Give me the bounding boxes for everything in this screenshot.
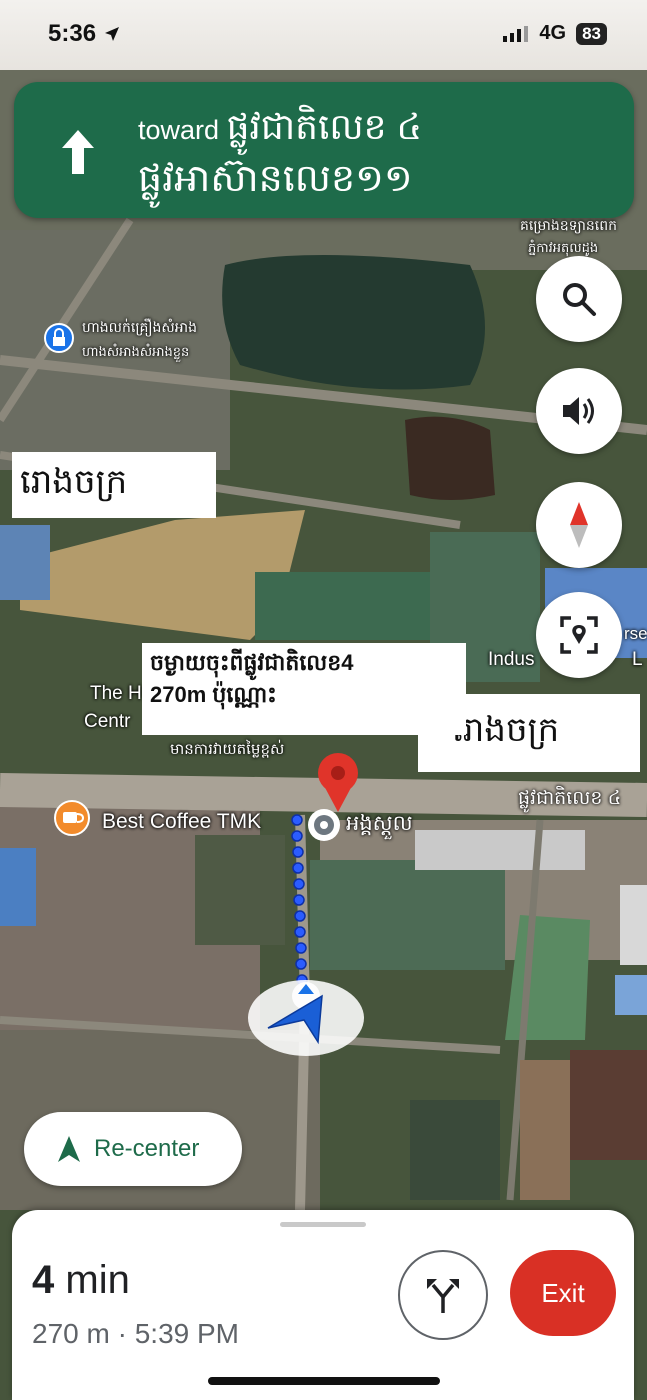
- navigation-banner[interactable]: toward ផ្លូវជាតិលេខ ៤ ផ្លូវអាស៊ានលេខ១១: [14, 82, 634, 218]
- status-time: 5:36: [48, 20, 121, 48]
- trip-separator: ·: [117, 1318, 127, 1349]
- alternate-routes-button[interactable]: [398, 1250, 488, 1340]
- navigation-arrow-icon: [58, 1136, 80, 1162]
- location-arrow-icon: [104, 27, 119, 41]
- recenter-button[interactable]: Re-center: [24, 1112, 242, 1186]
- network-type: 4G: [539, 22, 567, 44]
- map-label-coffee[interactable]: Best Coffee TMK: [102, 810, 261, 834]
- distance-note: ចម្ងាយចុះពីផ្លូវជាតិលេខ4 270m ប៉ុណ្ណោះ: [142, 643, 466, 735]
- battery-indicator: 83: [576, 22, 607, 45]
- status-bar: 5:36 4G 83: [0, 0, 647, 70]
- road-secondary: ផ្លូវអាស៊ានលេខ១១: [138, 158, 413, 200]
- search-button[interactable]: [536, 256, 622, 342]
- arrow-up-icon: [62, 130, 94, 174]
- distance-note-line-1: ចម្ងាយចុះពីផ្លូវជាតិលេខ4: [150, 650, 354, 675]
- trip-details: 270 m · 5:39 PM: [32, 1318, 239, 1350]
- coffee-cup-icon[interactable]: [54, 800, 90, 836]
- duration-unit: min: [65, 1258, 130, 1302]
- alternate-routes-icon: [427, 1279, 459, 1313]
- map-label-poi: មានការវាយតម្លៃខ្ពស់: [170, 741, 285, 758]
- exit-button[interactable]: Exit: [510, 1250, 616, 1336]
- search-icon: [563, 283, 596, 316]
- location-target-button[interactable]: [536, 592, 622, 678]
- map-label-road: ផ្លូវជាតិលេខ ៤: [518, 788, 622, 809]
- destination-ring: [308, 809, 340, 841]
- trip-duration: 4 min: [32, 1258, 130, 1303]
- map-label-destination[interactable]: អង្គស្តួល: [346, 810, 413, 841]
- signal-icon: [503, 25, 529, 42]
- status-time-text: 5:36: [48, 20, 97, 47]
- map-label-poi: L: [632, 649, 643, 670]
- sound-button[interactable]: [536, 368, 622, 454]
- compass-button[interactable]: [536, 482, 622, 568]
- user-location-puck: [248, 980, 364, 1056]
- map-label-poi: Indus: [488, 649, 535, 670]
- banner-line-1: toward ផ្លូវជាតិលេខ ៤: [138, 104, 422, 157]
- sheet-handle[interactable]: [280, 1222, 366, 1227]
- trip-sheet[interactable]: 4 min 270 m · 5:39 PM Exit: [12, 1210, 634, 1400]
- trip-arrival: 5:39 PM: [134, 1318, 239, 1349]
- lock-pin-icon[interactable]: [44, 323, 74, 353]
- status-indicators: 4G 83: [503, 22, 607, 45]
- duration-value: 4: [32, 1258, 55, 1302]
- compass-icon: [570, 502, 588, 548]
- map-label-poi: គម្រោងឧទ្យានពេក: [520, 217, 618, 233]
- volume-icon: [563, 397, 594, 425]
- toward-prefix: toward: [138, 115, 220, 145]
- road-primary: ផ្លូវជាតិលេខ ៤: [226, 106, 423, 147]
- home-indicator[interactable]: [208, 1377, 440, 1385]
- map-label-poi: ហាងលក់គ្រឿងសំអាង: [82, 319, 197, 335]
- map-label-poi: ហាងសំអាងសំអាងខ្លួន: [82, 344, 190, 359]
- trip-distance: 270 m: [32, 1318, 110, 1349]
- location-target-icon: [560, 616, 598, 654]
- distance-note-line-2: 270m ប៉ុណ្ណោះ: [150, 681, 277, 707]
- map-label-poi: Centr: [84, 711, 131, 732]
- recenter-label: Re-center: [94, 1135, 200, 1162]
- factory-label-left: រោងចក្រ: [12, 452, 216, 518]
- map-label-poi: The H: [90, 683, 142, 704]
- map-label-poi: rse: [624, 624, 647, 643]
